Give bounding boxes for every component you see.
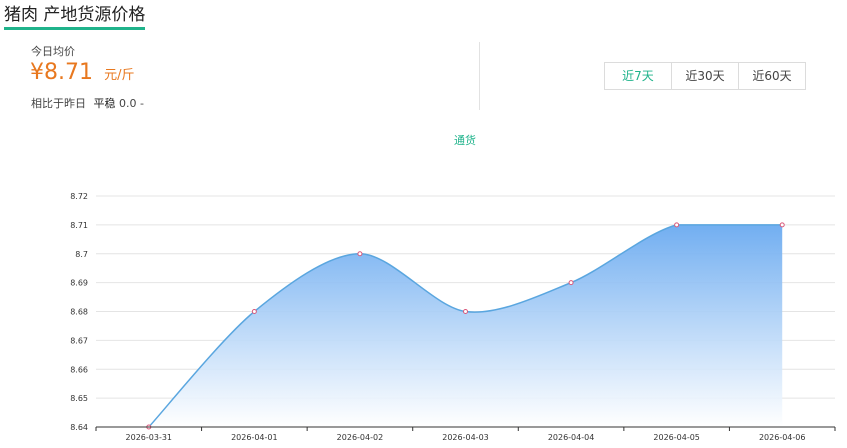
y-tick-label: 8.64 xyxy=(70,423,88,432)
y-tick-label: 8.68 xyxy=(70,308,88,317)
x-tick-label: 2026-04-06 xyxy=(759,433,806,442)
y-tick-label: 8.72 xyxy=(70,192,88,201)
price-chart: 8.64 8.65 8.66 8.67 8.68 8.69 8.7 8.71 8.72 2026-… xyxy=(70,192,836,442)
y-tick-label: 8.67 xyxy=(70,336,88,345)
data-point xyxy=(357,251,363,257)
y-tick-label: 8.7 xyxy=(75,250,88,259)
series-area xyxy=(148,224,783,427)
y-tick-label: 8.71 xyxy=(70,221,88,230)
x-tick-label: 2026-04-03 xyxy=(442,433,489,442)
y-tick-label: 8.66 xyxy=(70,365,88,374)
y-tick-label: 8.69 xyxy=(70,279,88,288)
x-tick-label: 2026-03-31 xyxy=(126,433,173,442)
data-point xyxy=(674,222,680,228)
data-point xyxy=(779,222,785,228)
data-point xyxy=(568,280,574,286)
x-tick-label: 2026-04-02 xyxy=(337,433,384,442)
x-tick-label: 2026-04-05 xyxy=(653,433,700,442)
data-point xyxy=(463,309,468,314)
x-tick-label: 2026-04-04 xyxy=(548,433,595,442)
data-point xyxy=(251,309,257,314)
y-tick-label: 8.65 xyxy=(70,394,88,403)
x-tick-label: 2026-04-01 xyxy=(231,433,278,442)
